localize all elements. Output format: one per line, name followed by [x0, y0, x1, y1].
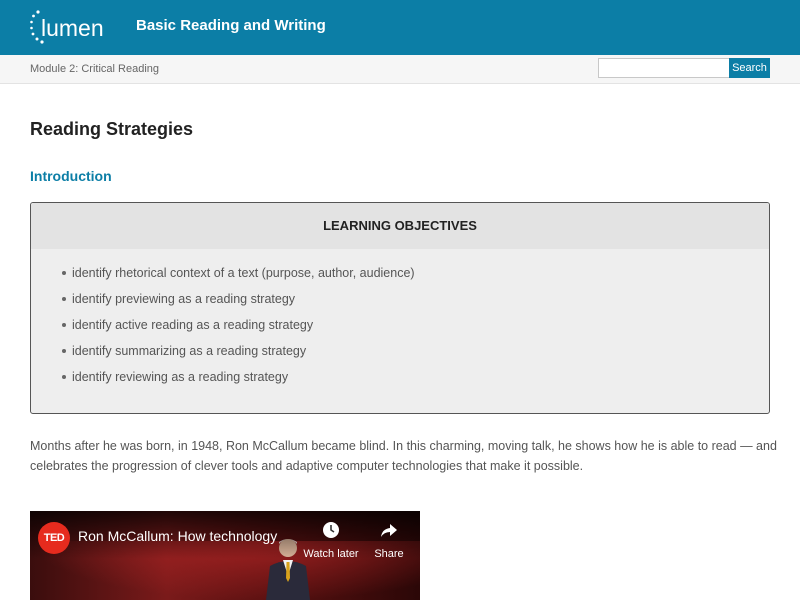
- search-button[interactable]: Search: [729, 58, 770, 78]
- objective-item: identify active reading as a reading str…: [62, 314, 769, 340]
- objectives-list: identify rhetorical context of a text (p…: [31, 249, 769, 392]
- module-breadcrumb[interactable]: Module 2: Critical Reading: [30, 63, 159, 75]
- clock-icon: [323, 522, 339, 538]
- page-title: Reading Strategies: [30, 119, 194, 139]
- video-title[interactable]: Ron McCallum: How technology: [78, 528, 277, 544]
- objective-item: identify previewing as a reading strateg…: [62, 288, 769, 314]
- lumen-logo[interactable]: lumen: [28, 9, 112, 47]
- section-heading: Introduction: [30, 168, 112, 184]
- share-arrow-icon: [381, 524, 397, 537]
- logo-text: lumen: [41, 15, 104, 41]
- watch-later-label: Watch later: [303, 548, 359, 560]
- top-header: lumen Basic Reading and Writing: [0, 0, 800, 55]
- intro-paragraph: Months after he was born, in 1948, Ron M…: [30, 439, 777, 473]
- objective-item: identify summarizing as a reading strate…: [62, 340, 769, 366]
- share-label: Share: [374, 548, 404, 560]
- module-bar: Module 2: Critical Reading Search: [0, 55, 800, 84]
- course-title[interactable]: Basic Reading and Writing: [136, 17, 326, 34]
- objective-item: identify rhetorical context of a text (p…: [62, 262, 769, 288]
- share-button[interactable]: Share: [370, 521, 408, 560]
- watch-later-button[interactable]: Watch later: [300, 521, 362, 560]
- ted-logo[interactable]: TED: [38, 522, 70, 554]
- search-input[interactable]: [598, 58, 732, 78]
- objectives-heading: LEARNING OBJECTIVES: [31, 203, 769, 249]
- learning-objectives-box: LEARNING OBJECTIVES identify rhetorical …: [30, 202, 770, 414]
- video-player[interactable]: TED Ron McCallum: How technology Watch l…: [30, 511, 420, 600]
- objective-item: identify reviewing as a reading strategy: [62, 366, 769, 392]
